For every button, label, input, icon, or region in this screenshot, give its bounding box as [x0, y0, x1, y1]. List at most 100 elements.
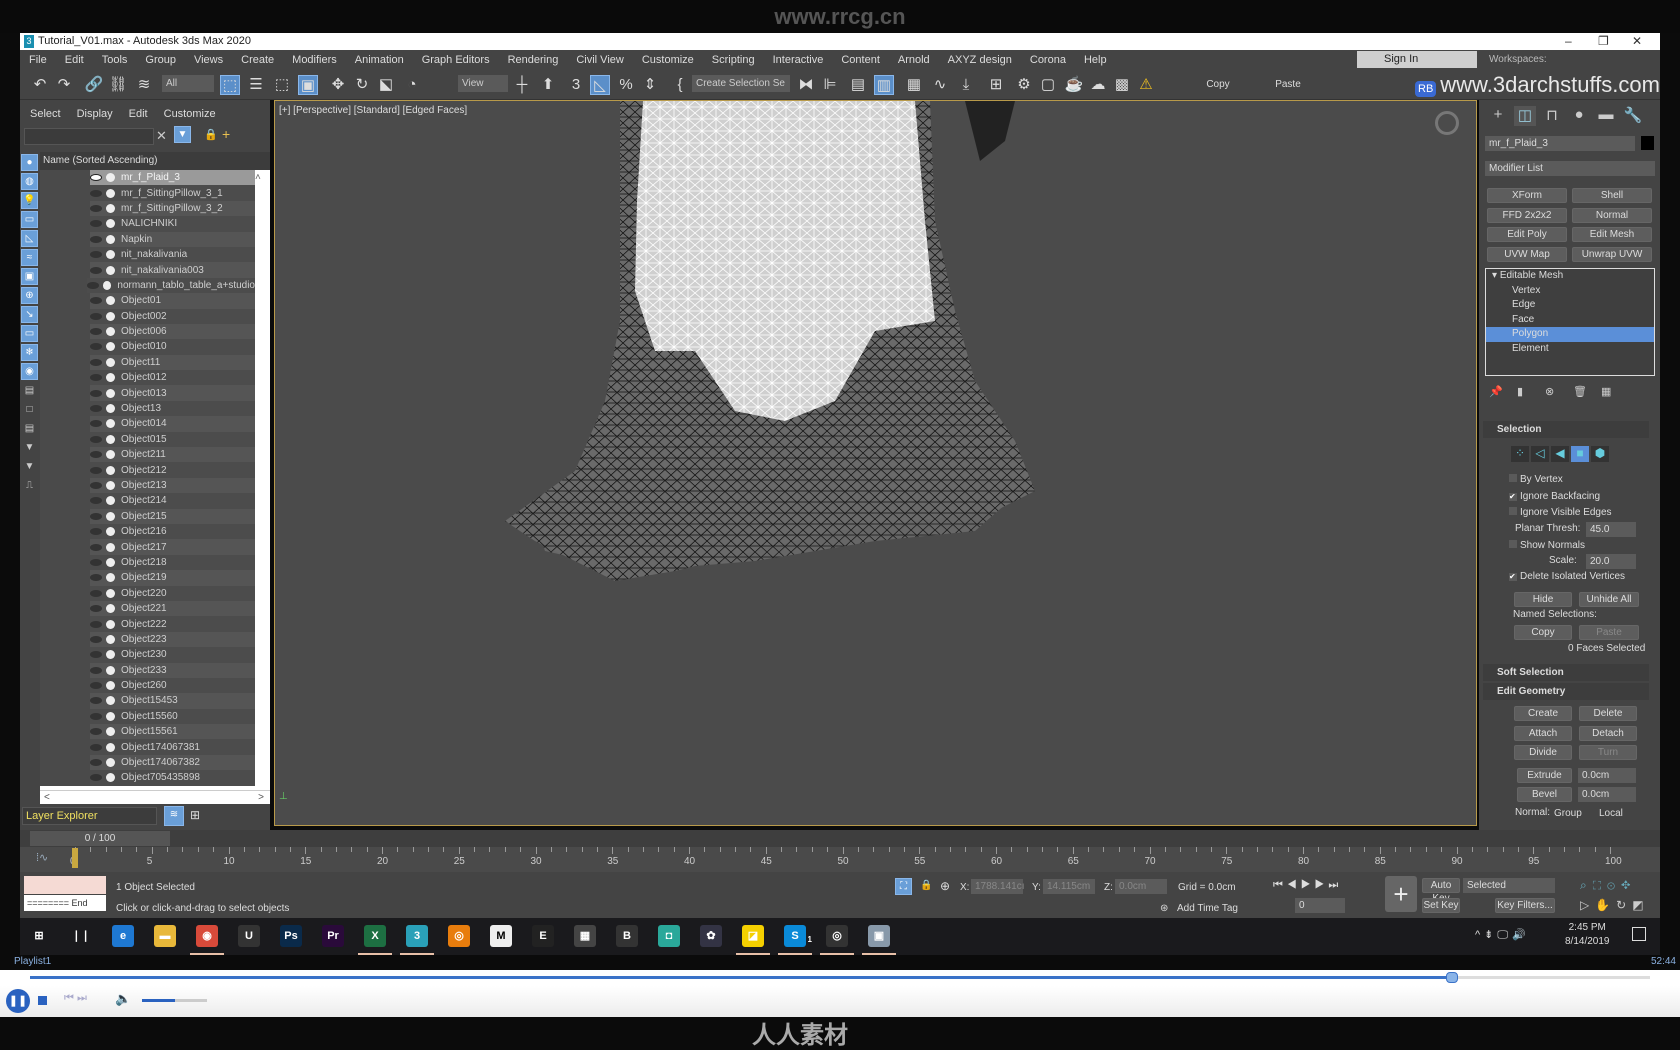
lock-icon[interactable]: 🔒 [204, 128, 218, 141]
modifier-button-unwrap-uvw[interactable]: Unwrap UVW [1572, 246, 1652, 262]
visibility-eye-icon[interactable] [90, 220, 102, 228]
rect-region-icon[interactable]: ⬚ [272, 75, 292, 95]
copy-button[interactable]: Copy [1198, 75, 1238, 95]
freeze-dot-icon[interactable] [106, 696, 115, 706]
stack-item-element[interactable]: Element [1486, 342, 1654, 357]
warning-icon[interactable]: ⚠ [1136, 75, 1156, 95]
unlink-icon[interactable]: ⛓ [108, 75, 128, 95]
absolute-mode-icon[interactable]: ⊕ [940, 879, 950, 893]
filter-funnel-icon[interactable]: ▼ [21, 439, 38, 456]
visibility-eye-icon[interactable] [90, 697, 102, 705]
by-vertex-checkbox[interactable] [1509, 474, 1517, 482]
schematic-icon[interactable]: ⤓ [956, 75, 976, 95]
viewport-label[interactable]: [+] [Perspective] [Standard] [Edged Face… [279, 105, 467, 116]
taskbar-chrome-icon[interactable]: ◉ [190, 925, 224, 955]
menu-group[interactable]: Group [136, 54, 185, 66]
set-key-button[interactable]: Set Key [1422, 898, 1460, 913]
list-item[interactable]: Object014 [40, 416, 255, 432]
show-normals[interactable]: Show Normals [1509, 540, 1585, 551]
list-item[interactable]: Object006 [40, 323, 255, 340]
menu-rendering[interactable]: Rendering [499, 54, 568, 66]
list-item[interactable]: mr_f_SittingPillow_3_1 [40, 185, 255, 201]
list-item[interactable]: Object15453 [40, 693, 255, 709]
taskbar-obs-icon[interactable]: ◎ [820, 925, 854, 955]
make-unique-icon[interactable]: ⊗ [1545, 385, 1554, 398]
filter-icon-2[interactable]: ▼ [21, 458, 38, 475]
align-icon[interactable]: ⊫ [820, 75, 840, 95]
paste-selection-button[interactable]: Paste [1579, 625, 1639, 640]
stack-item-face[interactable]: Face [1486, 313, 1654, 328]
taskbar-edge-icon[interactable]: e [112, 925, 134, 947]
freeze-dot-icon[interactable] [106, 573, 115, 583]
scale-icon[interactable]: ⬕ [376, 75, 396, 95]
visibility-eye-icon[interactable] [90, 774, 102, 782]
percent-snap-icon[interactable]: % [616, 75, 636, 95]
visibility-eye-icon[interactable] [90, 174, 102, 182]
explorer-menu-customize[interactable]: Customize [164, 108, 216, 120]
freeze-dot-icon[interactable] [106, 203, 115, 213]
taskbar-discord-icon[interactable]: ◘ [658, 925, 680, 947]
list-item[interactable]: Object217 [40, 539, 255, 555]
visibility-eye-icon[interactable] [90, 605, 102, 613]
window-crossing-icon[interactable]: ▣ [298, 75, 318, 95]
extrude-spinner[interactable]: 0.0cm [1578, 768, 1636, 783]
freeze-dot-icon[interactable] [106, 727, 115, 737]
render-cloud-icon[interactable]: ☁ [1088, 75, 1108, 95]
planar-thresh-spinner[interactable]: 45.0 [1586, 522, 1636, 537]
menu-tools[interactable]: Tools [93, 54, 137, 66]
list-item[interactable]: Object15561 [40, 724, 255, 740]
list-item[interactable]: Object002 [40, 308, 255, 324]
explorer-menu-display[interactable]: Display [77, 108, 113, 120]
layers-icon[interactable]: ≋ [164, 806, 184, 826]
ignore-visible-edges-checkbox[interactable] [1509, 507, 1517, 515]
time-tag-icon[interactable]: ⊛ [1160, 903, 1168, 914]
scene-explorer-icon[interactable]: ▤ [848, 75, 868, 95]
layer-explorer-icon[interactable]: ▥ [874, 75, 894, 95]
taskbar-blender-icon[interactable]: ◎ [448, 925, 470, 947]
modifier-button-edit-mesh[interactable]: Edit Mesh [1572, 227, 1652, 242]
explorer-menu-select[interactable]: Select [30, 108, 61, 120]
utilities-tab-icon[interactable]: 🔧 [1622, 106, 1644, 126]
taskbar-3dsmax-icon[interactable]: 3 [400, 925, 434, 955]
freeze-dot-icon[interactable] [106, 250, 115, 260]
clock[interactable]: 2:45 PM 8/14/2019 [1565, 921, 1610, 949]
menu-create[interactable]: Create [232, 54, 283, 66]
freeze-dot-icon[interactable] [106, 373, 115, 383]
soft-selection-rollout-header[interactable]: Soft Selection [1483, 664, 1649, 681]
by-vertex[interactable]: By Vertex [1509, 474, 1563, 485]
render-setup-icon[interactable]: ⚙ [1014, 75, 1034, 95]
visibility-eye-icon[interactable] [90, 420, 102, 428]
stack-item-edge[interactable]: Edge [1486, 298, 1654, 313]
snaps-toggle-icon[interactable]: 3 [566, 75, 586, 95]
list-item[interactable]: Object230 [40, 647, 255, 663]
hierarchy-icon[interactable]: ⊞ [190, 808, 200, 822]
time-slider-thumb[interactable] [72, 848, 78, 868]
list-item[interactable]: Object705435898 [40, 770, 255, 786]
add-time-tag-button[interactable]: Add Time Tag [1177, 903, 1238, 914]
delete-isolated-vertices-checkbox[interactable]: ✔ [1509, 573, 1517, 581]
local-radio[interactable]: Local [1599, 808, 1623, 819]
seek-bar[interactable] [0, 970, 1680, 986]
visibility-eye-icon[interactable] [87, 281, 99, 289]
list-item[interactable]: Object15560 [40, 708, 255, 725]
taskbar-photoshop-icon[interactable]: Ps [280, 925, 302, 947]
clear-search-icon[interactable]: ✕ [156, 128, 167, 144]
spacewarps-filter-icon[interactable]: ≈ [21, 249, 38, 266]
menu-axyz-design[interactable]: AXYZ design [939, 54, 1021, 66]
perspective-viewport[interactable]: [+] [Perspective] [Standard] [Edged Face… [274, 100, 1477, 826]
pause-button[interactable]: ❚❚ [6, 989, 30, 1013]
mirror-icon[interactable]: ⧓ [796, 75, 816, 95]
list-item[interactable]: Object213 [40, 477, 255, 494]
bind-spacewarp-icon[interactable]: ≋ [134, 75, 154, 95]
visibility-eye-icon[interactable] [90, 451, 102, 459]
curve-editor-toggle-icon[interactable]: ⁞∿ [36, 851, 48, 864]
list-item[interactable]: Object233 [40, 662, 255, 678]
current-frame-field[interactable]: 0 [1295, 898, 1345, 913]
show-end-result-icon[interactable]: ▮ [1517, 385, 1523, 398]
key-filters-button[interactable]: Key Filters... [1495, 898, 1555, 913]
menu-scripting[interactable]: Scripting [703, 54, 764, 66]
scale-spinner[interactable]: 20.0 [1586, 554, 1636, 569]
key-mode-dropdown[interactable]: Selected [1463, 878, 1555, 893]
extrude-button[interactable]: Extrude [1517, 768, 1572, 783]
placement-icon[interactable]: ◔ [402, 75, 422, 95]
